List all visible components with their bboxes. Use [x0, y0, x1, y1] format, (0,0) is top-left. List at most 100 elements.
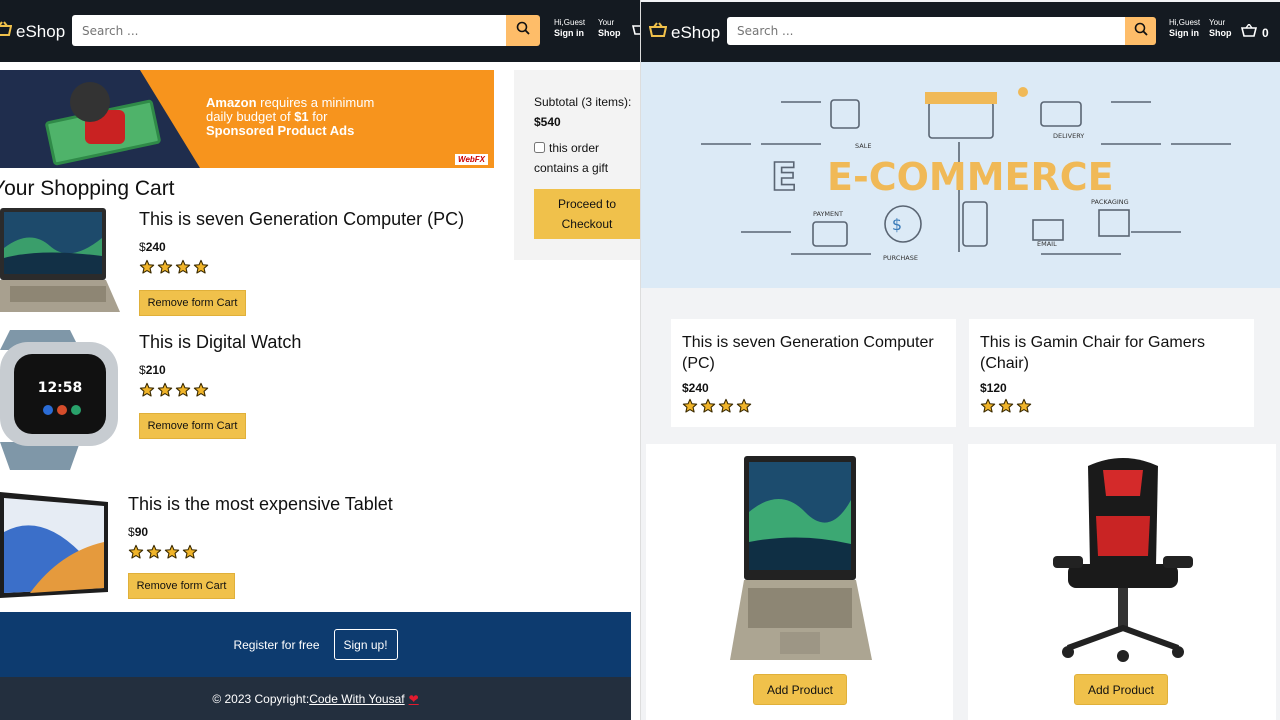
- header: eShop Hi,Guest Sign in Your Shop: [0, 0, 640, 62]
- product-image-gaming-chair: [1048, 456, 1198, 667]
- cart-item: 12:58 This is Digital Watch $210 Remove …: [0, 328, 500, 470]
- remove-from-cart-button[interactable]: Remove form Cart: [139, 413, 246, 439]
- product-title[interactable]: This is seven Generation Computer (PC): [682, 332, 942, 374]
- star-icon: [139, 382, 155, 397]
- hero-label-purchase: PURCHASE: [883, 254, 918, 262]
- shopping-basket-icon: [648, 21, 668, 44]
- remove-from-cart-button[interactable]: Remove form Cart: [128, 573, 235, 599]
- heart-icon: ❤: [408, 691, 419, 706]
- your-text: Your: [1209, 18, 1226, 27]
- star-icon: [193, 259, 209, 274]
- rating-stars: [139, 259, 209, 275]
- footer: © 2023 Copyright: Code With Yousaf ❤: [0, 677, 631, 720]
- amount: 210: [145, 363, 166, 377]
- star-icon: [980, 398, 996, 413]
- cart-item-name[interactable]: This is the most expensive Tablet: [128, 494, 393, 515]
- add-product-button[interactable]: Add Product: [1074, 674, 1168, 705]
- star-icon: [718, 398, 734, 413]
- ad-line2-bold: $1: [294, 109, 309, 124]
- search-button[interactable]: [506, 15, 540, 46]
- author-link[interactable]: Code With Yousaf: [309, 692, 404, 706]
- sign-up-button[interactable]: Sign up!: [333, 629, 398, 660]
- remove-from-cart-button[interactable]: Remove form Cart: [139, 290, 246, 316]
- hero-label-sale: SALE: [855, 142, 871, 150]
- header-option-signin[interactable]: Hi,Guest Sign in: [1169, 18, 1200, 40]
- ad-line2b: for: [308, 109, 328, 124]
- logo-text: eShop: [16, 21, 66, 41]
- register-text: Register for free: [233, 637, 320, 652]
- proceed-to-checkout-button[interactable]: Proceed to Checkout: [534, 189, 640, 239]
- ad-banner[interactable]: Amazon requires a minimum daily budget o…: [0, 70, 494, 168]
- shop-text: Shop: [598, 28, 621, 39]
- header-option-shop[interactable]: Your Shop: [598, 18, 621, 40]
- search-input[interactable]: [727, 17, 1125, 45]
- product-title[interactable]: This is Gamin Chair for Gamers (Chair): [980, 332, 1240, 374]
- star-icon: [157, 382, 173, 397]
- subtotal-label: Subtotal (3 items):: [534, 95, 632, 109]
- greeting-text: Hi,Guest: [554, 18, 586, 27]
- gift-line2: contains a gift: [534, 161, 609, 175]
- product-image-laptop: [730, 456, 874, 667]
- star-icon: [193, 382, 209, 397]
- star-icon: [139, 259, 155, 274]
- sign-in-text: Sign in: [1169, 28, 1199, 39]
- rating-stars: [139, 382, 209, 398]
- search-icon: [1134, 22, 1148, 41]
- cart-item: This is seven Generation Computer (PC) $…: [0, 205, 500, 320]
- sign-in-text: Sign in: [554, 28, 584, 39]
- star-icon: [182, 544, 198, 559]
- product-image-card: Add Product: [646, 444, 953, 720]
- left-cart-page: eShop Hi,Guest Sign in Your Shop Amazon …: [0, 0, 640, 720]
- cart-item-name[interactable]: This is Digital Watch: [139, 332, 301, 353]
- checkout-line1: Proceed to: [557, 197, 617, 211]
- cart-item-price: $90: [128, 525, 148, 539]
- cart-title: Your Shopping Cart: [0, 177, 175, 200]
- star-icon: [157, 259, 173, 274]
- search-button[interactable]: [1125, 17, 1156, 45]
- basket-count: 0: [1262, 25, 1269, 40]
- header-option-shop[interactable]: Your Shop: [1209, 18, 1232, 40]
- hero-banner: E E-COMMERCE SALE DELIVERY PAYMENT PACKA…: [641, 62, 1280, 288]
- gift-checkbox[interactable]: [534, 142, 545, 153]
- basket-icon: [1240, 23, 1258, 41]
- ad-text: Amazon requires a minimum daily budget o…: [206, 96, 446, 138]
- logo[interactable]: eShop: [648, 21, 721, 44]
- star-icon: [146, 544, 162, 559]
- amount: 90: [134, 525, 149, 539]
- star-icon: [682, 398, 698, 413]
- your-text: Your: [598, 18, 615, 27]
- header-option-signin[interactable]: Hi,Guest Sign in: [554, 18, 585, 40]
- add-product-button[interactable]: Add Product: [753, 674, 847, 705]
- logo[interactable]: eShop: [0, 20, 65, 43]
- star-icon: [164, 544, 180, 559]
- header-basket[interactable]: 0: [1240, 23, 1269, 41]
- currency: $: [139, 363, 146, 377]
- amount: 240: [145, 240, 166, 254]
- ad-line1-rest: requires a minimum: [256, 95, 375, 110]
- hero-label-packaging: PACKAGING: [1091, 198, 1129, 206]
- search-input[interactable]: [72, 15, 506, 46]
- cart-item: This is the most expensive Tablet $90 Re…: [0, 490, 500, 605]
- search-icon: [516, 21, 530, 40]
- hero-label-email: EMAIL: [1037, 240, 1057, 248]
- ecommerce-illustration: E E-COMMERCE SALE DELIVERY PAYMENT PACKA…: [701, 87, 1231, 262]
- logo-text: eShop: [671, 22, 721, 42]
- hero-title-e: E: [771, 155, 797, 199]
- basket-icon: [631, 22, 640, 39]
- hero-label-payment: PAYMENT: [813, 210, 843, 218]
- product-image-watch: 12:58: [0, 330, 120, 475]
- star-icon: [700, 398, 716, 413]
- svg-text:$: $: [892, 215, 902, 234]
- header: eShop Hi,Guest Sign in Your Shop 0: [641, 2, 1280, 62]
- star-icon: [1016, 398, 1032, 413]
- cart-item-name[interactable]: This is seven Generation Computer (PC): [139, 209, 464, 230]
- product-image-tablet: [0, 492, 112, 605]
- hero-title: E-COMMERCE: [827, 155, 1114, 199]
- star-icon: [175, 382, 191, 397]
- header-basket[interactable]: [631, 22, 640, 39]
- ad-line2a: daily budget of: [206, 109, 295, 124]
- hero-label-delivery: DELIVERY: [1053, 132, 1084, 140]
- product-price: $120: [980, 381, 1007, 395]
- product-card: This is Gamin Chair for Gamers (Chair) $…: [969, 319, 1254, 427]
- rating-stars: [682, 398, 752, 414]
